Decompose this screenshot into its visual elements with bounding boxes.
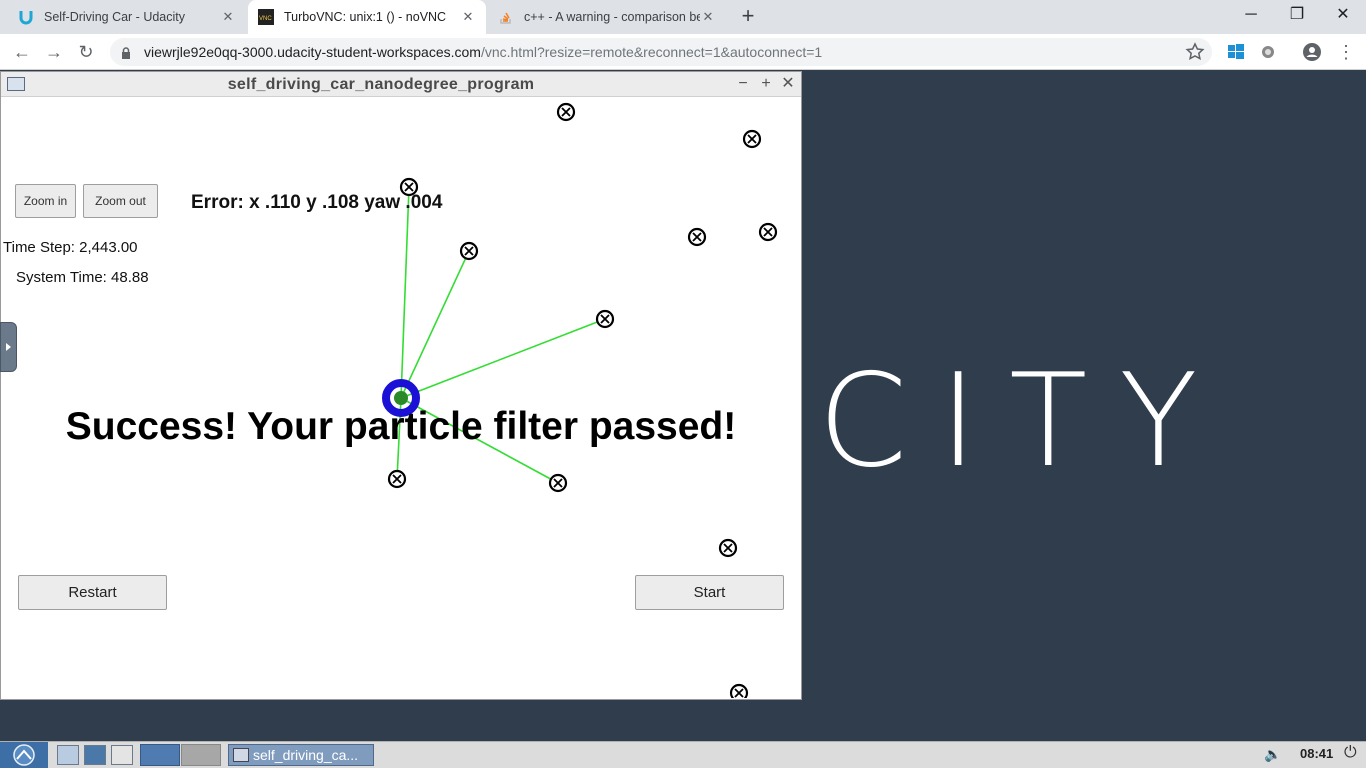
simulator-canvas: Zoom in Zoom out Error: x .110 y .108 ya… <box>1 98 801 698</box>
novnc-sidebar-handle[interactable] <box>0 322 17 372</box>
tab-title: c++ - A warning - comparison be <box>524 10 700 24</box>
bookmark-star-icon[interactable] <box>1185 42 1205 62</box>
vnc-icon: VNC <box>258 9 274 25</box>
profile-avatar-icon[interactable] <box>1302 42 1322 62</box>
tab-novnc[interactable]: VNC TurboVNC: unix:1 () - noVNC ✕ <box>248 0 486 34</box>
error-readout: Error: x .110 y .108 yaw .004 <box>191 192 443 213</box>
system-time-readout: System Time: 48.88 <box>16 269 149 286</box>
vnc-app-window: self_driving_car_nanodegree_program − + … <box>0 71 802 700</box>
landmark-marker <box>459 241 479 261</box>
landmark-marker <box>687 227 707 247</box>
window-minimize-icon[interactable]: − <box>734 74 752 94</box>
network-icon[interactable] <box>84 745 106 765</box>
forward-icon[interactable]: → <box>42 40 66 64</box>
taskbar-window-item[interactable]: self_driving_ca... <box>228 744 374 766</box>
landmark-marker <box>718 538 738 558</box>
browser-tab-bar: Self-Driving Car - Udacity ✕ VNC TurboVN… <box>0 0 1366 34</box>
windows-extension-icon[interactable] <box>1226 42 1246 62</box>
start-button[interactable]: Start <box>635 575 784 610</box>
tab-title: Self-Driving Car - Udacity <box>44 10 186 24</box>
terminal-icon[interactable] <box>111 745 133 765</box>
window-icon <box>233 748 249 762</box>
url-host: viewrjle92e0qq-3000.udacity-student-work… <box>144 44 481 60</box>
menu-kebab-icon[interactable]: ⋮ <box>1336 42 1356 62</box>
file-manager-icon[interactable] <box>57 745 79 765</box>
success-message: Success! Your particle filter passed! <box>65 405 737 448</box>
landmark-marker <box>548 473 568 493</box>
landmark-marker <box>556 102 576 122</box>
workspace-1[interactable] <box>140 744 180 766</box>
zoom-in-button[interactable]: Zoom in <box>15 184 76 218</box>
tab-stackoverflow[interactable]: c++ - A warning - comparison be ✕ <box>488 0 726 34</box>
browser-toolbar: ← → ↻ viewrjle92e0qq-3000.udacity-studen… <box>0 34 1366 70</box>
window-titlebar[interactable]: self_driving_car_nanodegree_program − + … <box>1 72 801 97</box>
time-step-readout: Time Step: 2,443.00 <box>3 239 138 256</box>
zoom-out-button[interactable]: Zoom out <box>83 184 158 218</box>
minimize-window-icon[interactable]: ─ <box>1228 4 1274 28</box>
landmark-marker <box>742 129 762 149</box>
volume-icon[interactable]: 🔈 <box>1264 746 1281 763</box>
close-tab-icon[interactable]: ✕ <box>220 9 236 25</box>
restart-button[interactable]: Restart <box>18 575 167 610</box>
back-icon[interactable]: ← <box>10 40 34 64</box>
taskbar-window-label: self_driving_ca... <box>253 747 359 763</box>
desktop-taskbar: self_driving_ca... 🔈 08:41 ⏻ <box>0 741 1366 768</box>
close-tab-icon[interactable]: ✕ <box>700 9 716 25</box>
power-icon[interactable]: ⏻ <box>1344 744 1357 762</box>
workspace-2[interactable] <box>181 744 221 766</box>
stackoverflow-icon <box>498 9 514 25</box>
extension-icon[interactable] <box>1258 42 1278 62</box>
lock-icon <box>120 46 132 59</box>
landmark-marker <box>729 683 749 698</box>
tab-udacity[interactable]: Self-Driving Car - Udacity ✕ <box>8 0 246 34</box>
clock: 08:41 <box>1300 746 1334 761</box>
reload-icon[interactable]: ↻ <box>74 40 98 64</box>
url-path: /vnc.html?resize=remote&reconnect=1&auto… <box>480 44 823 60</box>
observation-line <box>400 186 410 399</box>
udacity-brand-text: CITY <box>818 347 1230 496</box>
landmark-marker <box>387 469 407 489</box>
start-menu-button[interactable] <box>0 742 48 768</box>
landmark-marker <box>595 309 615 329</box>
svg-text:VNC: VNC <box>259 16 272 22</box>
udacity-icon <box>18 9 34 25</box>
new-tab-button[interactable]: + <box>738 5 758 29</box>
close-tab-icon[interactable]: ✕ <box>460 9 476 25</box>
landmark-marker <box>758 222 778 242</box>
restore-window-icon[interactable]: ❐ <box>1274 4 1320 28</box>
address-bar[interactable]: viewrjle92e0qq-3000.udacity-student-work… <box>110 38 1212 66</box>
window-maximize-icon[interactable]: + <box>757 74 775 94</box>
window-close-icon[interactable]: ✕ <box>779 74 797 94</box>
window-title: self_driving_car_nanodegree_program <box>227 76 535 93</box>
tab-title: TurboVNC: unix:1 () - noVNC <box>284 10 447 24</box>
close-window-icon[interactable]: ✕ <box>1320 4 1366 28</box>
